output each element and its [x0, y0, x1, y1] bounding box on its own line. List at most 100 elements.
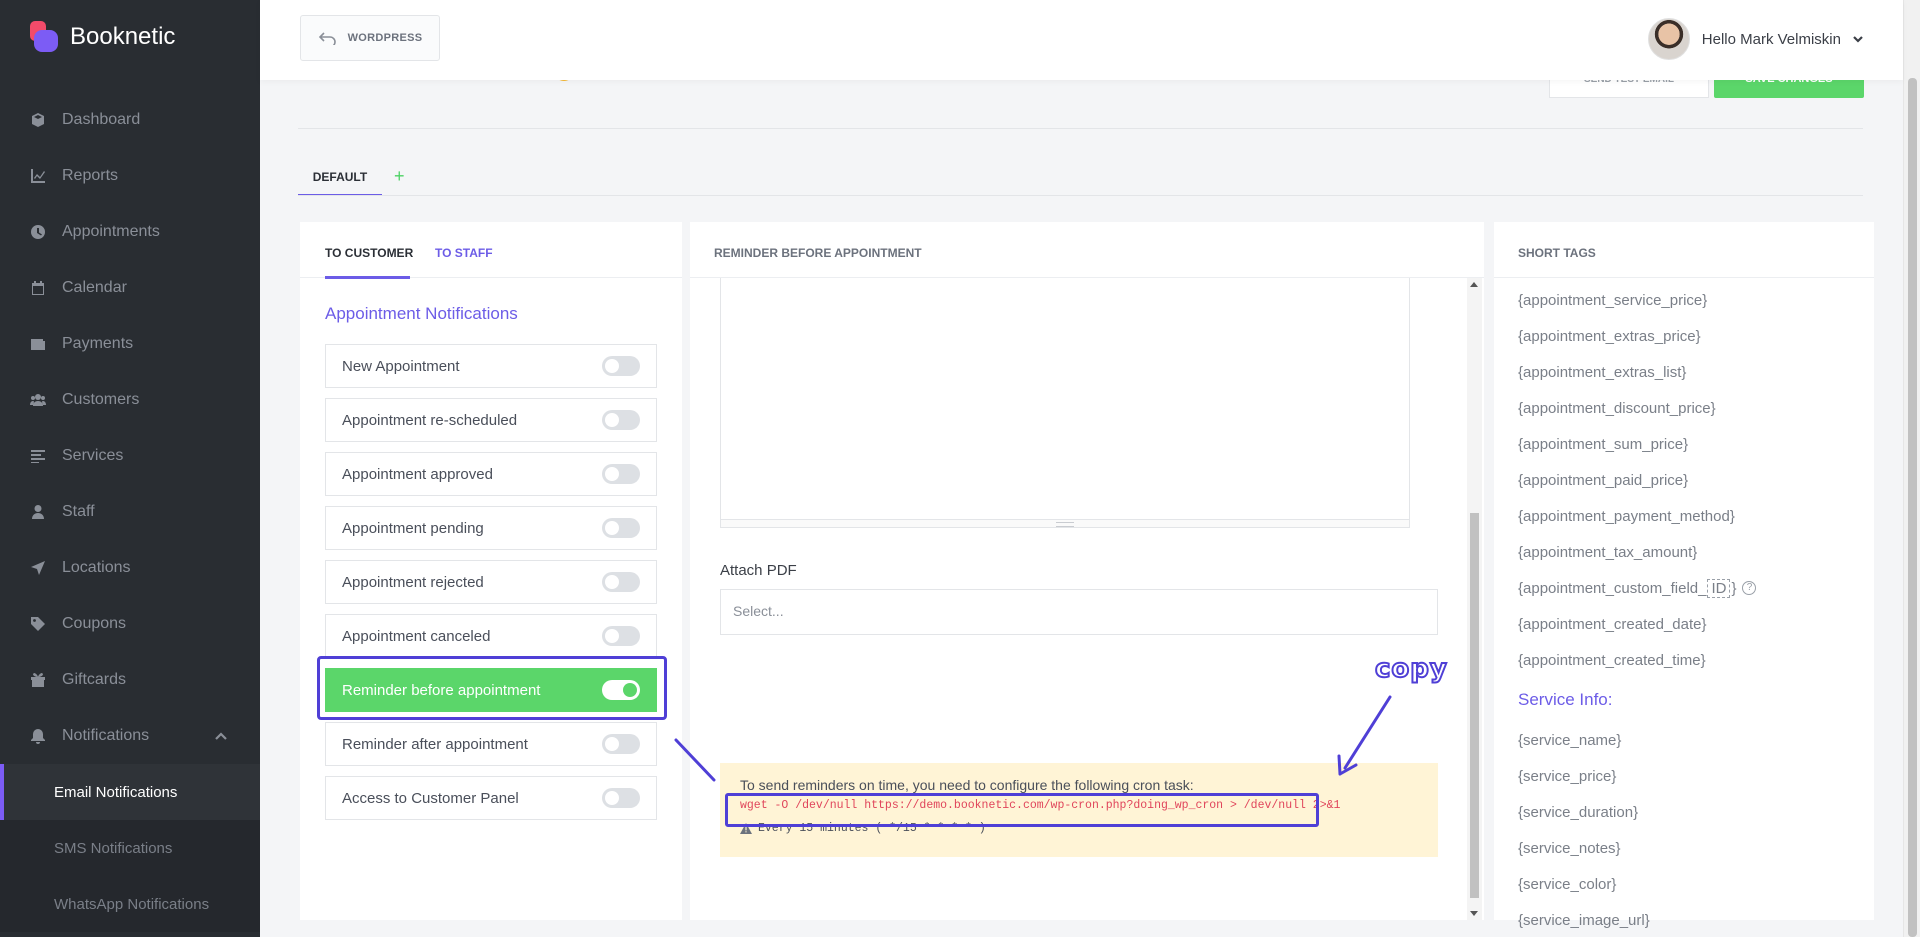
short-tag[interactable]: {appointment_paid_price}	[1518, 462, 1756, 498]
top-bar: WORDPRESS Hello Mark Velmiskin	[260, 0, 1903, 80]
sidebar-item-calendar[interactable]: Calendar	[0, 260, 260, 316]
notification-item[interactable]: Appointment pending	[325, 506, 657, 550]
resize-handle[interactable]	[721, 519, 1409, 527]
tag-icon	[30, 616, 46, 632]
wordpress-label: WORDPRESS	[347, 32, 423, 44]
short-tag[interactable]: {service_duration}	[1518, 794, 1756, 830]
toggle-switch[interactable]	[602, 410, 640, 430]
tabs-divider	[298, 195, 1863, 196]
sidebar-subitem-email-notifications[interactable]: Email Notifications	[0, 764, 260, 820]
short-tag[interactable]: {service_color}	[1518, 866, 1756, 902]
sidebar-subitem-sms-notifications[interactable]: SMS Notifications	[0, 820, 260, 876]
attach-pdf-label: Attach PDF	[720, 562, 797, 579]
gift-icon	[30, 672, 46, 688]
notification-item[interactable]: Reminder after appointment	[325, 722, 657, 766]
help-icon[interactable]: ?	[1742, 581, 1757, 595]
short-tag[interactable]: {appointment_tax_amount}	[1518, 534, 1756, 570]
return-arrow-icon	[318, 32, 336, 45]
panel-title: SHORT TAGS	[1518, 246, 1596, 260]
sidebar-item-giftcards[interactable]: Giftcards	[0, 652, 260, 708]
short-tag[interactable]: {service_name}	[1518, 722, 1756, 758]
chevron-up-icon[interactable]	[214, 729, 228, 743]
cube-icon	[30, 112, 46, 128]
add-tab-button[interactable]: +	[394, 166, 405, 187]
short-tag[interactable]: {appointment_created_time}	[1518, 642, 1756, 678]
toggle-switch[interactable]	[602, 518, 640, 538]
sidebar-item-label: Payments	[62, 335, 134, 352]
notification-item[interactable]: New Appointment	[325, 344, 657, 388]
users-icon	[30, 392, 46, 408]
short-tag[interactable]: {appointment_extras_price}	[1518, 318, 1756, 354]
short-tag[interactable]: {appointment_payment_method}	[1518, 498, 1756, 534]
notification-item[interactable]: Appointment approved	[325, 452, 657, 496]
tag-prefix: {appointment_custom_field_	[1518, 579, 1707, 597]
panel-title: REMINDER BEFORE APPOINTMENT	[714, 246, 922, 260]
chart-line-icon	[30, 168, 46, 184]
section-heading: Appointment Notifications	[325, 304, 518, 323]
notification-label: Reminder after appointment	[342, 735, 528, 753]
short-tag-custom-field[interactable]: {appointment_custom_field_ ID} ?	[1518, 570, 1757, 606]
location-arrow-icon	[30, 560, 46, 576]
sidebar-item-notifications[interactable]: Notifications	[0, 708, 260, 764]
attach-pdf-select[interactable]: Select...	[720, 589, 1438, 635]
sidebar-item-label: Staff	[62, 503, 95, 520]
short-tag[interactable]: {appointment_created_date}	[1518, 606, 1756, 642]
short-tag[interactable]: {appointment_extras_list}	[1518, 354, 1756, 390]
sidebar-item-staff[interactable]: Staff	[0, 484, 260, 540]
notification-label: Access to Customer Panel	[342, 789, 519, 807]
short-tags-panel: SHORT TAGS {appointment_service_price} {…	[1494, 222, 1874, 929]
brand[interactable]: Booknetic	[30, 20, 175, 54]
short-tag[interactable]: {appointment_discount_price}	[1518, 390, 1756, 426]
sidebar-subitem-whatsapp-notifications[interactable]: WhatsApp Notifications	[0, 876, 260, 932]
copy-annotation-label: copy	[1374, 653, 1448, 685]
sidebar-item-reports[interactable]: Reports	[0, 148, 260, 204]
section-heading: Service Info:	[1518, 690, 1613, 709]
page-scrollbar[interactable]	[1903, 0, 1920, 937]
sidebar-item-appointments[interactable]: Appointments	[0, 204, 260, 260]
toggle-switch[interactable]	[602, 788, 640, 808]
sidebar-item-payments[interactable]: Payments	[0, 316, 260, 372]
panel-scrollbar[interactable]	[1467, 278, 1482, 920]
notifications-submenu: Email Notifications SMS Notifications Wh…	[0, 764, 260, 932]
toggle-switch[interactable]	[602, 734, 640, 754]
sidebar-item-label: Services	[62, 447, 124, 464]
short-tag[interactable]: {appointment_service_price}	[1518, 282, 1756, 318]
panel-tabs: TO CUSTOMER TO STAFF	[300, 222, 682, 279]
short-tag[interactable]: {appointment_sum_price}	[1518, 426, 1756, 462]
tab-to-customer[interactable]: TO CUSTOMER	[325, 246, 413, 279]
notification-item[interactable]: Access to Customer Panel	[325, 776, 657, 820]
sidebar-item-coupons[interactable]: Coupons	[0, 596, 260, 652]
email-body-editor[interactable]	[720, 278, 1410, 528]
notification-item[interactable]: Appointment canceled	[325, 614, 657, 658]
sidebar-item-locations[interactable]: Locations	[0, 540, 260, 596]
notification-item[interactable]: Appointment re-scheduled	[325, 398, 657, 442]
toggle-switch[interactable]	[602, 464, 640, 484]
sidebar-item-dashboard[interactable]: Dashboard	[0, 92, 260, 148]
sidebar-item-label: Coupons	[62, 615, 127, 632]
tab-to-staff[interactable]: TO STAFF	[435, 246, 493, 260]
short-tag[interactable]: {service_price}	[1518, 758, 1756, 794]
sidebar-item-label: Dashboard	[62, 111, 141, 128]
panel-header: SHORT TAGS	[1494, 222, 1874, 278]
sidebar-item-label: Locations	[62, 559, 131, 576]
toggle-switch[interactable]	[602, 356, 640, 376]
sidebar-item-customers[interactable]: Customers	[0, 372, 260, 428]
short-tag-list: {appointment_service_price} {appointment…	[1518, 282, 1757, 937]
brand-name: Booknetic	[70, 23, 176, 50]
notifications-list-panel: TO CUSTOMER TO STAFF Appointment Notific…	[300, 222, 682, 920]
toggle-switch[interactable]	[602, 572, 640, 592]
user-menu[interactable]: Hello Mark Velmiskin	[1647, 18, 1863, 60]
tab-default[interactable]: DEFAULT	[298, 166, 382, 196]
short-tag[interactable]: {service_notes}	[1518, 830, 1756, 866]
toggle-switch[interactable]	[602, 626, 640, 646]
user-icon	[30, 504, 46, 520]
sidebar-item-services[interactable]: Services	[0, 428, 260, 484]
divider	[298, 128, 1863, 129]
wordpress-button[interactable]: WORDPRESS	[300, 15, 440, 61]
user-greeting: Hello Mark Velmiskin	[1701, 30, 1841, 48]
notification-list: New Appointment Appointment re-scheduled…	[325, 344, 657, 830]
calendar-icon	[30, 280, 46, 296]
sidebar: Booknetic Dashboard Reports Appointments…	[0, 0, 260, 937]
short-tag[interactable]: {service_image_url}	[1518, 902, 1756, 937]
notification-item[interactable]: Appointment rejected	[325, 560, 657, 604]
